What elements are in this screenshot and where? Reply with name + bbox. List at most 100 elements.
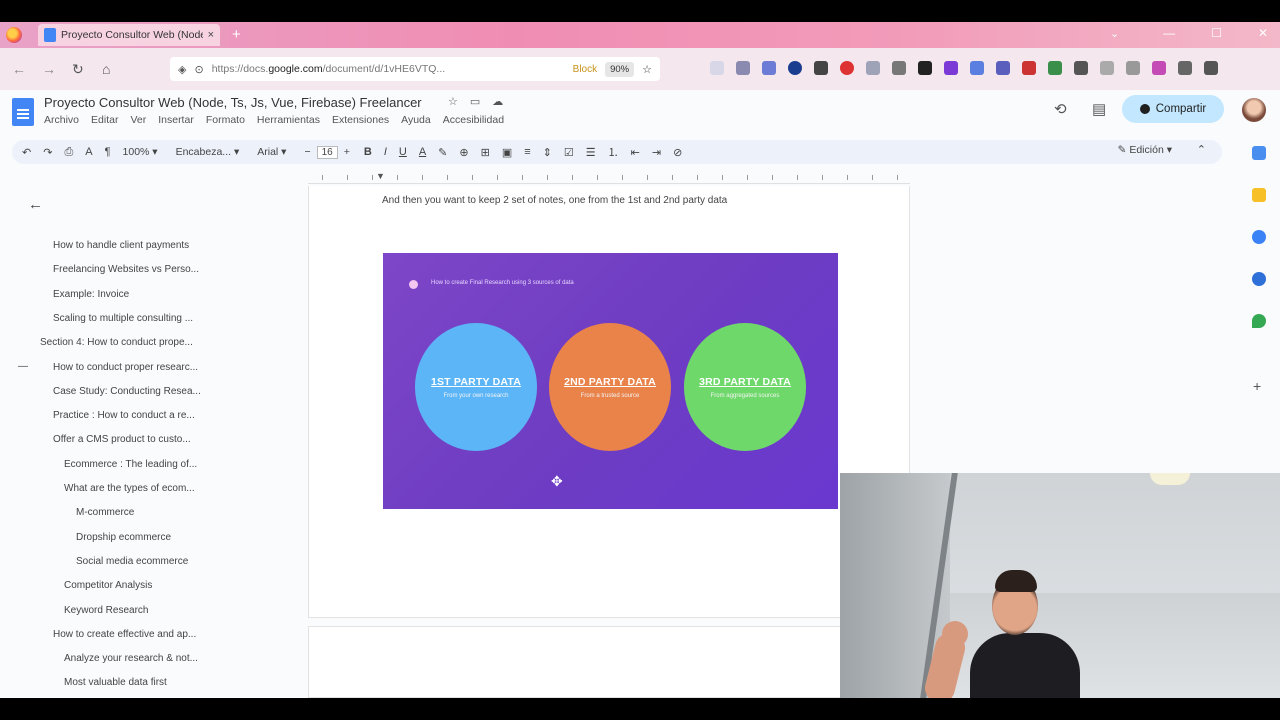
decrease-indent-icon[interactable]: ⇤ <box>631 146 640 159</box>
menu-ver[interactable]: Ver <box>130 114 146 126</box>
extension-icon[interactable] <box>814 61 828 75</box>
document-paragraph[interactable]: And then you want to keep 2 set of notes… <box>382 195 727 206</box>
document-title[interactable]: Proyecto Consultor Web (Node, Ts, Js, Vu… <box>44 95 422 110</box>
outline-item[interactable]: Social media ecommerce <box>76 556 188 567</box>
numbered-list-icon[interactable]: ⒈ <box>608 144 619 160</box>
outline-item[interactable]: Most valuable data first <box>64 677 167 688</box>
underline-icon[interactable]: U <box>399 146 407 158</box>
print-icon[interactable]: ⎙ <box>64 146 73 159</box>
menu-editar[interactable]: Editar <box>91 114 118 126</box>
font-size-decrease-button[interactable]: − <box>304 146 310 158</box>
text-color-icon[interactable]: A <box>419 146 426 158</box>
line-spacing-icon[interactable]: ⇕ <box>543 146 552 159</box>
outline-item[interactable]: Scaling to multiple consulting ... <box>53 313 193 324</box>
outline-item[interactable]: How to create effective and ap... <box>53 629 196 640</box>
outline-item[interactable]: M-commerce <box>76 507 134 518</box>
align-icon[interactable]: ≡ <box>524 146 530 158</box>
back-arrow-icon[interactable]: ← <box>12 61 26 77</box>
user-avatar[interactable] <box>1242 98 1266 122</box>
font-size-increase-button[interactable]: + <box>344 146 350 158</box>
outline-item[interactable]: Dropship ecommerce <box>76 532 171 543</box>
docs-logo-icon[interactable] <box>12 98 34 126</box>
close-outline-icon[interactable]: ← <box>28 196 43 213</box>
home-icon[interactable]: ⌂ <box>102 61 110 77</box>
spellcheck-icon[interactable]: A <box>85 146 92 158</box>
outline-item[interactable]: Ecommerce : The leading of... <box>64 459 197 470</box>
cloud-status-icon[interactable]: ☁ <box>492 95 503 108</box>
increase-indent-icon[interactable]: ⇥ <box>652 146 661 159</box>
bulleted-list-icon[interactable]: ☰ <box>586 146 596 159</box>
outline-item[interactable]: Example: Invoice <box>53 289 129 300</box>
document-page-next[interactable] <box>308 626 910 698</box>
forward-arrow-icon[interactable]: → <box>42 61 56 77</box>
extension-icon[interactable] <box>1100 61 1114 75</box>
indent-marker-icon[interactable]: ▼ <box>376 171 385 181</box>
extension-icon[interactable] <box>866 61 880 75</box>
maps-icon[interactable] <box>1252 314 1266 328</box>
collapse-menus-icon[interactable]: ⌃ <box>1197 143 1206 156</box>
font-size-input[interactable]: 16 <box>316 145 338 159</box>
new-tab-button[interactable]: + <box>232 26 241 43</box>
tab-list-icon[interactable]: ⌄ <box>1110 27 1119 40</box>
extension-icon[interactable] <box>892 61 906 75</box>
minimize-icon[interactable]: — <box>1163 26 1175 40</box>
version-history-icon[interactable]: ⟲ <box>1054 100 1067 118</box>
extension-icon[interactable] <box>970 61 984 75</box>
outline-item[interactable]: What are the types of ecom... <box>64 483 195 494</box>
star-bookmark-icon[interactable]: ☆ <box>642 63 652 76</box>
checklist-icon[interactable]: ☑ <box>564 146 574 159</box>
extension-icon[interactable] <box>1126 61 1140 75</box>
menu-extensiones[interactable]: Extensiones <box>332 114 389 126</box>
extension-icon[interactable] <box>996 61 1010 75</box>
bold-icon[interactable]: B <box>364 146 372 158</box>
outline-item[interactable]: How to handle client payments <box>53 240 189 251</box>
insert-image-icon[interactable]: ▣ <box>502 146 512 159</box>
menu-accesibilidad[interactable]: Accesibilidad <box>443 114 504 126</box>
paint-format-icon[interactable]: ¶ <box>105 146 111 158</box>
comments-icon[interactable]: ▤ <box>1092 100 1106 118</box>
italic-icon[interactable]: I <box>384 146 387 158</box>
reload-icon[interactable]: ↻ <box>72 61 84 78</box>
add-addon-icon[interactable]: + <box>1253 378 1261 394</box>
style-select[interactable]: Encabeza... ▾ <box>176 146 240 158</box>
browser-tab-active[interactable]: Proyecto Consultor Web (Node × <box>38 24 220 46</box>
add-comment-icon[interactable]: ⊞ <box>481 146 490 159</box>
share-button[interactable]: Compartir <box>1122 95 1224 123</box>
link-icon[interactable]: ⊕ <box>459 146 468 159</box>
star-icon[interactable]: ☆ <box>448 95 458 108</box>
outline-item[interactable]: Offer a CMS product to custo... <box>53 434 191 445</box>
extension-icon[interactable] <box>1048 61 1062 75</box>
url-text[interactable]: https://docs.google.com/document/d/1vHE6… <box>212 63 565 75</box>
firefox-logo-icon[interactable] <box>6 27 22 43</box>
block-badge[interactable]: Block <box>573 64 597 75</box>
menu-insertar[interactable]: Insertar <box>158 114 194 126</box>
maximize-icon[interactable]: ☐ <box>1211 26 1222 40</box>
menu-formato[interactable]: Formato <box>206 114 245 126</box>
menu-ayuda[interactable]: Ayuda <box>401 114 431 126</box>
contacts-icon[interactable] <box>1252 272 1266 286</box>
extension-icon[interactable] <box>1178 61 1192 75</box>
close-window-icon[interactable]: ✕ <box>1258 26 1268 40</box>
font-select[interactable]: Arial ▾ <box>257 146 286 158</box>
collapse-heading-icon[interactable]: — <box>18 361 28 372</box>
outline-item[interactable]: Competitor Analysis <box>64 580 152 591</box>
redo-icon[interactable]: ↷ <box>43 146 52 159</box>
outline-item[interactable]: How to conduct proper researc... <box>53 362 198 373</box>
undo-icon[interactable]: ↶ <box>22 146 31 159</box>
embedded-slide-image[interactable]: How to create Final Research using 3 sou… <box>383 253 838 509</box>
editing-mode-select[interactable]: ✎ Edición ▾ <box>1118 144 1172 156</box>
extension-icon[interactable] <box>918 61 932 75</box>
lock-icon[interactable]: ⊙ <box>194 63 203 76</box>
extension-icon[interactable] <box>944 61 958 75</box>
tasks-icon[interactable] <box>1252 230 1266 244</box>
extension-icon[interactable] <box>762 61 776 75</box>
extension-icon[interactable] <box>736 61 750 75</box>
outline-item[interactable]: Section 4: How to conduct prope... <box>40 337 193 348</box>
menu-archivo[interactable]: Archivo <box>44 114 79 126</box>
outline-item[interactable]: Analyze your research & not... <box>64 653 198 664</box>
outline-item[interactable]: Keyword Research <box>64 605 148 616</box>
extension-icon[interactable] <box>710 61 724 75</box>
move-folder-icon[interactable]: ▭ <box>470 95 480 108</box>
menu-herramientas[interactable]: Herramientas <box>257 114 320 126</box>
extension-icon[interactable] <box>1152 61 1166 75</box>
